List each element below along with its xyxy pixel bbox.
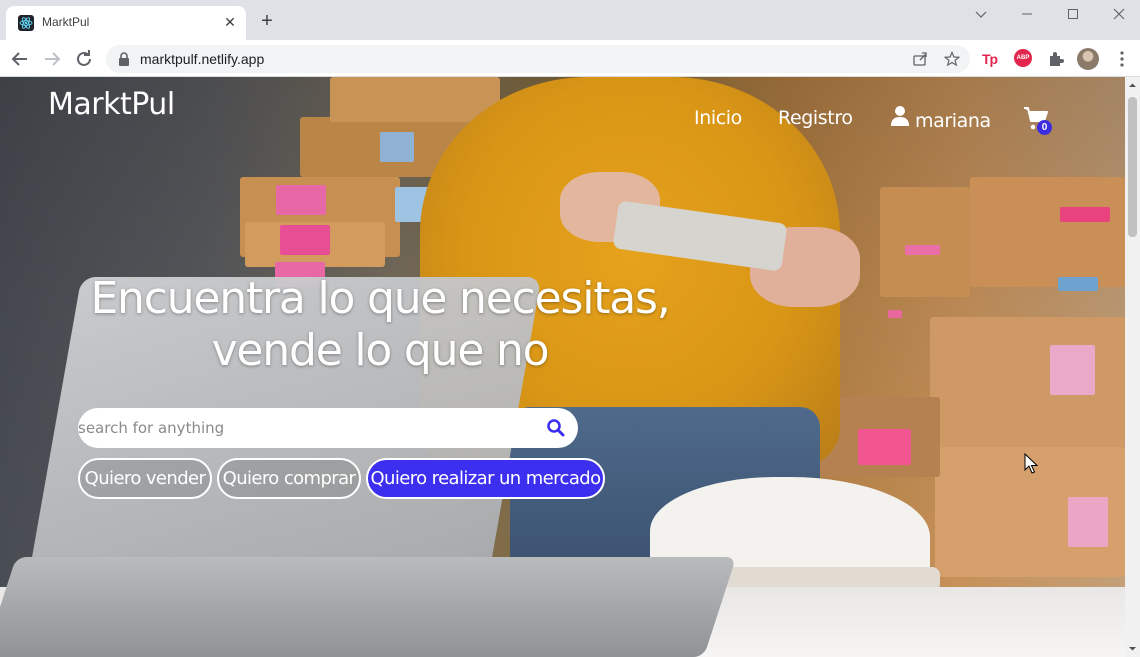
scroll-down-arrow-icon[interactable] — [1128, 644, 1137, 653]
maximize-button[interactable] — [1061, 4, 1085, 24]
new-tab-button[interactable]: + — [257, 11, 277, 32]
forward-arrow-icon[interactable] — [40, 47, 64, 71]
hero-headline-line2: vende lo que no — [211, 325, 550, 376]
tab-title: MarktPul — [42, 15, 90, 29]
browser-tab[interactable]: MarktPul ✕ — [6, 6, 246, 40]
hero-headline-line1: Encuentra lo que necesitas, — [90, 273, 670, 324]
search-input[interactable] — [78, 408, 528, 448]
site-logo[interactable]: MarktPul — [48, 87, 175, 122]
menu-dots-icon[interactable] — [1112, 49, 1132, 69]
url-text[interactable]: marktpulf.netlify.app — [140, 51, 264, 67]
market-button[interactable]: Quiero realizar un mercado — [366, 458, 605, 499]
cart-count-badge: 0 — [1037, 120, 1052, 135]
mouse-cursor-icon — [1024, 453, 1038, 474]
scrollbar-thumb[interactable] — [1128, 97, 1137, 237]
scroll-up-arrow-icon[interactable] — [1128, 81, 1137, 90]
back-arrow-icon[interactable] — [8, 47, 32, 71]
avatar[interactable] — [1077, 48, 1099, 70]
adblock-extension-icon[interactable]: ABP — [1014, 49, 1034, 69]
page-scrollbar[interactable] — [1125, 77, 1140, 657]
address-bar[interactable]: marktpulf.netlify.app — [106, 45, 970, 73]
puzzle-icon[interactable] — [1046, 49, 1066, 69]
nav-user-name[interactable]: mariana — [915, 110, 991, 132]
tp-extension-label: Tp — [982, 51, 998, 67]
react-favicon-icon — [18, 15, 34, 31]
sell-button[interactable]: Quiero vender — [78, 458, 212, 499]
tab-close-icon[interactable]: ✕ — [222, 14, 238, 30]
nav-link-registro[interactable]: Registro — [778, 107, 853, 129]
user-icon[interactable] — [890, 105, 910, 127]
close-window-button[interactable] — [1107, 4, 1131, 24]
tab-search-chevron-icon[interactable] — [969, 4, 993, 24]
star-icon[interactable] — [944, 51, 960, 67]
nav-link-inicio[interactable]: Inicio — [694, 107, 742, 129]
tp-extension-icon[interactable]: Tp — [982, 49, 1002, 69]
search-icon[interactable] — [546, 418, 566, 438]
share-icon[interactable] — [912, 51, 928, 67]
browser-toolbar: marktpulf.netlify.app Tp ABP — [0, 40, 1140, 77]
browser-tabstrip: MarktPul ✕ + — [0, 0, 1140, 40]
page-viewport: MarktPul Inicio Registro mariana 0 Encue… — [0, 77, 1125, 657]
hero-headline: Encuentra lo que necesitas, vende lo que… — [80, 273, 680, 377]
search-bar — [78, 408, 578, 448]
abp-label: ABP — [1014, 49, 1032, 67]
buy-button[interactable]: Quiero comprar — [217, 458, 361, 499]
reload-icon[interactable] — [72, 47, 96, 71]
lock-icon[interactable] — [118, 52, 130, 66]
minimize-button[interactable] — [1015, 4, 1039, 24]
